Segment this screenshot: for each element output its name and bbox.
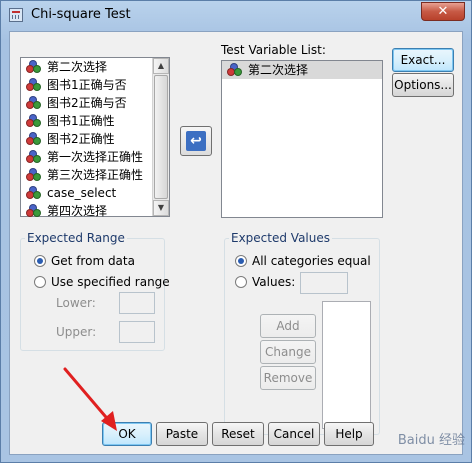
list-item[interactable]: 第三次选择正确性: [21, 166, 169, 184]
radio-checked-icon[interactable]: [34, 255, 46, 267]
list-item-label: 图书1正确性: [47, 114, 115, 128]
test-variable-items: 第二次选择: [222, 61, 382, 79]
nominal-variable-icon: [26, 132, 42, 146]
list-item[interactable]: 图书1正确与否: [21, 76, 169, 94]
upper-label: Upper:: [56, 325, 97, 339]
list-item[interactable]: 第二次选择: [21, 58, 169, 76]
list-item-label: 图书2正确性: [47, 132, 115, 146]
expected-values-legend: Expected Values: [231, 231, 331, 245]
test-variable-list[interactable]: 第二次选择: [221, 60, 383, 218]
scroll-thumb[interactable]: [154, 75, 168, 199]
nominal-variable-icon: [26, 186, 42, 200]
options-button[interactable]: Options...: [392, 73, 454, 97]
nominal-variable-icon: [26, 78, 42, 92]
nominal-variable-icon: [26, 60, 42, 74]
scroll-down-arrow-icon[interactable]: ▼: [153, 200, 169, 216]
cancel-button[interactable]: Cancel: [268, 422, 320, 446]
test-variable-list-label: Test Variable List:: [221, 43, 326, 57]
list-item-label: 第二次选择: [248, 63, 309, 77]
all-categories-equal-label: All categories equal: [252, 254, 371, 268]
values-list[interactable]: [322, 301, 371, 429]
watermark: Baidu 经验: [397, 433, 465, 448]
upper-input[interactable]: [119, 321, 155, 343]
nominal-variable-icon: [26, 114, 42, 128]
use-specified-range-label: Use specified range: [51, 275, 170, 289]
dialog-window: Chi-square Test ✕ 第二次选择图书1正确与否 图书2正确与否 图书1…: [0, 0, 472, 463]
list-item[interactable]: case_select: [21, 184, 169, 202]
list-item[interactable]: 第一次选择正确性: [21, 148, 169, 166]
list-item[interactable]: 第四次选择: [21, 202, 169, 220]
close-button[interactable]: ✕: [421, 2, 465, 21]
source-list-scrollbar[interactable]: ▲ ▼: [152, 58, 169, 216]
values-input[interactable]: [300, 272, 348, 294]
list-item-label: 第四次选择: [47, 204, 108, 218]
list-item[interactable]: 图书2正确与否: [21, 94, 169, 112]
move-arrow-icon: ↩: [186, 131, 206, 151]
scroll-up-arrow-icon[interactable]: ▲: [153, 58, 169, 74]
list-item-label: 第三次选择正确性: [47, 168, 144, 182]
nominal-variable-icon: [26, 150, 42, 164]
nominal-variable-icon: [26, 204, 42, 218]
radio-unchecked-icon[interactable]: [34, 276, 46, 288]
paste-button[interactable]: Paste: [156, 422, 208, 446]
list-item-label: 图书1正确与否: [47, 78, 127, 92]
lower-label: Lower:: [56, 296, 96, 310]
spss-app-icon: [9, 8, 23, 22]
annotation-arrow-icon: [63, 367, 117, 431]
reset-button[interactable]: Reset: [212, 422, 264, 446]
add-button[interactable]: Add: [260, 314, 316, 338]
list-item[interactable]: 图书2正确性: [21, 130, 169, 148]
expected-range-legend: Expected Range: [27, 231, 125, 245]
radio-checked-icon[interactable]: [235, 255, 247, 267]
list-item[interactable]: 第二次选择: [222, 61, 382, 79]
source-variable-items: 第二次选择图书1正确与否 图书2正确与否 图书1正确性 图书2正确性第一次选择正确性第…: [21, 58, 169, 220]
list-item-label: 第一次选择正确性: [47, 150, 144, 164]
remove-button[interactable]: Remove: [260, 366, 316, 390]
list-item-label: 第二次选择: [47, 60, 108, 74]
nominal-variable-icon: [227, 63, 243, 77]
lower-input[interactable]: [119, 292, 155, 314]
list-item-label: 图书2正确与否: [47, 96, 127, 110]
move-variable-button[interactable]: ↩: [180, 126, 212, 156]
get-from-data-label: Get from data: [51, 254, 135, 268]
help-button[interactable]: Help: [324, 422, 374, 446]
radio-unchecked-icon[interactable]: [235, 276, 247, 288]
nominal-variable-icon: [26, 96, 42, 110]
nominal-variable-icon: [26, 168, 42, 182]
list-item-label: case_select: [47, 186, 117, 200]
title-bar[interactable]: Chi-square Test ✕: [1, 1, 471, 31]
window-title: Chi-square Test: [31, 7, 131, 22]
values-label: Values:: [252, 275, 296, 289]
exact-button[interactable]: Exact...: [392, 48, 454, 72]
source-variable-list[interactable]: 第二次选择图书1正确与否 图书2正确与否 图书1正确性 图书2正确性第一次选择正确性第…: [20, 57, 170, 220]
list-item[interactable]: 图书1正确性: [21, 112, 169, 130]
change-button[interactable]: Change: [260, 340, 316, 364]
